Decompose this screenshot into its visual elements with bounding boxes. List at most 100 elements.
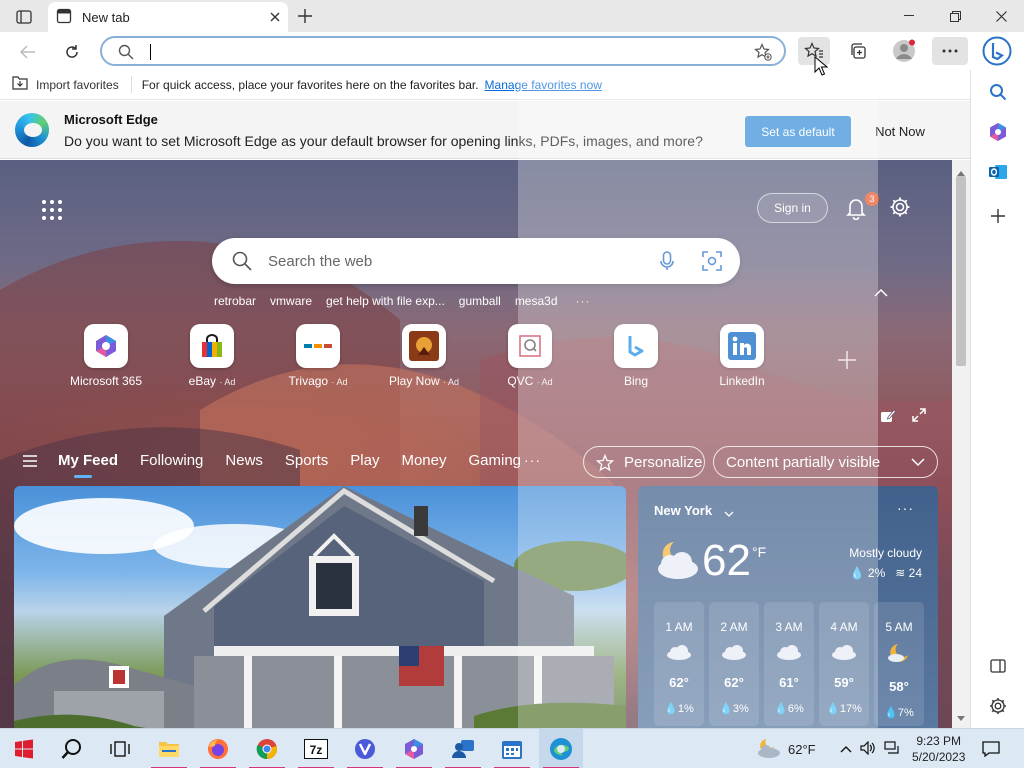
start-button[interactable] — [2, 729, 46, 768]
hourly-item[interactable]: 2 AM 62° 💧3% — [709, 602, 759, 726]
collapse-chevron-icon[interactable] — [874, 286, 888, 297]
edit-background-icon[interactable] — [880, 408, 897, 427]
notifications-bell-icon[interactable] — [845, 196, 867, 221]
collections-button[interactable] — [842, 37, 874, 65]
add-quicklink-icon[interactable] — [836, 349, 858, 371]
trending-item[interactable]: vmware — [270, 294, 312, 308]
not-now-button[interactable]: Not Now — [862, 116, 938, 147]
taskbar-weather[interactable]: 62°F — [754, 729, 816, 768]
close-window-button[interactable] — [978, 0, 1024, 32]
tab-close-icon[interactable] — [270, 10, 280, 25]
import-favorites-button[interactable]: Import favorites — [12, 76, 132, 93]
refresh-button[interactable] — [59, 39, 85, 65]
quicklink-microsoft-365[interactable]: Microsoft 365 — [56, 324, 156, 388]
taskbar-search-icon[interactable] — [50, 729, 94, 768]
quicklink-bing[interactable]: Bing — [586, 324, 686, 388]
apps-launcher-icon[interactable] — [42, 200, 62, 220]
trending-item[interactable]: retrobar — [214, 294, 256, 308]
microphone-icon[interactable] — [660, 251, 674, 274]
feed-more-button[interactable]: ··· — [524, 452, 541, 468]
volume-icon[interactable] — [860, 740, 876, 758]
trending-item[interactable]: mesa3d — [515, 294, 558, 308]
page-scrollbar[interactable] — [952, 160, 970, 728]
bing-chat-icon[interactable] — [980, 34, 1014, 68]
hour-precip: 💧17% — [826, 703, 862, 715]
sidebar-office-icon[interactable] — [984, 118, 1012, 146]
sidebar-settings-gear-icon[interactable] — [984, 692, 1012, 720]
edge-icon[interactable] — [539, 729, 583, 768]
edge-sidebar — [970, 70, 1024, 728]
trending-item[interactable]: get help with file exp... — [326, 294, 445, 308]
weather-card[interactable]: New York ··· 62 °F Mostly cloudy 💧 2% ≋ … — [638, 486, 938, 728]
expand-icon[interactable] — [912, 408, 926, 427]
search-icon — [232, 251, 252, 274]
new-tab-button[interactable] — [294, 5, 316, 27]
settings-more-button[interactable] — [932, 37, 968, 65]
minimize-button[interactable] — [886, 0, 932, 32]
restore-button[interactable] — [932, 0, 978, 32]
hourly-item[interactable]: 1 AM 62° 💧1% — [654, 602, 704, 726]
web-search-box[interactable]: Search the web — [212, 238, 740, 284]
vivaldi-icon[interactable] — [343, 729, 387, 768]
feed-tab-play[interactable]: Play — [350, 452, 379, 469]
quicklink-play-now[interactable]: Play Now · Ad — [374, 324, 474, 388]
calendar-icon[interactable] — [490, 729, 534, 768]
tab-actions-icon[interactable] — [10, 7, 38, 27]
tab-new-tab[interactable]: New tab — [48, 2, 288, 32]
network-icon[interactable] — [884, 740, 900, 758]
sidebar-outlook-icon[interactable] — [984, 158, 1012, 186]
page-settings-gear-icon[interactable] — [889, 196, 911, 218]
moon-cloud-icon — [874, 642, 924, 667]
personalize-button[interactable]: Personalize — [583, 446, 705, 478]
notification-center-icon[interactable] — [982, 729, 1000, 768]
hourly-item[interactable]: 3 AM 61° 💧6% — [764, 602, 814, 726]
feed-tab-my-feed[interactable]: My Feed — [58, 452, 118, 478]
sign-in-button[interactable]: Sign in — [757, 193, 828, 223]
sidebar-search-icon[interactable] — [984, 78, 1012, 106]
feed-tab-following[interactable]: Following — [140, 452, 203, 469]
sidebar-toggle-icon[interactable] — [984, 652, 1012, 680]
address-bar[interactable] — [100, 36, 786, 66]
system-clock[interactable]: 9:23 PM 5/20/2023 — [912, 733, 965, 765]
play-now-icon — [402, 324, 446, 368]
file-explorer-icon[interactable] — [147, 729, 191, 768]
chrome-icon[interactable] — [245, 729, 289, 768]
hero-article-image[interactable] — [14, 486, 626, 728]
visual-search-icon[interactable] — [702, 251, 722, 274]
weather-more-button[interactable]: ··· — [897, 500, 914, 516]
hourly-item[interactable]: 5 AM 58° 💧7% — [874, 602, 924, 726]
trending-more-button[interactable]: ··· — [576, 294, 591, 308]
feed-tab-news[interactable]: News — [225, 452, 263, 469]
feed-tab-sports[interactable]: Sports — [285, 452, 328, 469]
firefox-icon[interactable] — [196, 729, 240, 768]
copilot-icon[interactable] — [392, 729, 436, 768]
feed-tab-gaming[interactable]: Gaming — [468, 452, 521, 469]
task-view-icon[interactable] — [98, 729, 142, 768]
add-favorite-icon[interactable] — [754, 43, 772, 64]
hour-time: 3 AM — [775, 620, 803, 634]
back-button[interactable] — [15, 39, 41, 65]
quicklink-label: Microsoft 365 — [69, 374, 143, 388]
sidebar-add-icon[interactable] — [984, 202, 1012, 230]
ad-label: · Ad — [331, 377, 348, 387]
people-icon[interactable] — [441, 729, 485, 768]
quicklink-linkedin[interactable]: LinkedIn — [692, 324, 792, 388]
quicklink-ebay[interactable]: eBay · Ad — [162, 324, 262, 388]
quicklink-qvc[interactable]: QVC · Ad — [480, 324, 580, 388]
scroll-down-icon[interactable] — [957, 709, 965, 724]
content-visibility-dropdown[interactable]: Content partially visible — [713, 446, 938, 478]
set-as-default-button[interactable]: Set as default — [745, 116, 851, 147]
scrollbar-thumb[interactable] — [956, 176, 966, 366]
manage-favorites-link[interactable]: Manage favorites now — [485, 78, 602, 92]
chevron-up-icon[interactable] — [840, 742, 852, 756]
hourly-item[interactable]: 4 AM 59° 💧17% — [819, 602, 869, 726]
trending-item[interactable]: gumball — [459, 294, 501, 308]
menu-hamburger-icon[interactable] — [22, 455, 38, 467]
hour-temp: 62° — [669, 675, 689, 690]
quicklink-trivago[interactable]: Trivago · Ad — [268, 324, 368, 388]
profile-avatar[interactable] — [888, 37, 920, 65]
chevron-down-icon[interactable] — [724, 506, 734, 521]
7zip-icon[interactable]: 7z — [294, 729, 338, 768]
feed-tab-money[interactable]: Money — [401, 452, 446, 469]
weather-city[interactable]: New York — [654, 503, 712, 518]
